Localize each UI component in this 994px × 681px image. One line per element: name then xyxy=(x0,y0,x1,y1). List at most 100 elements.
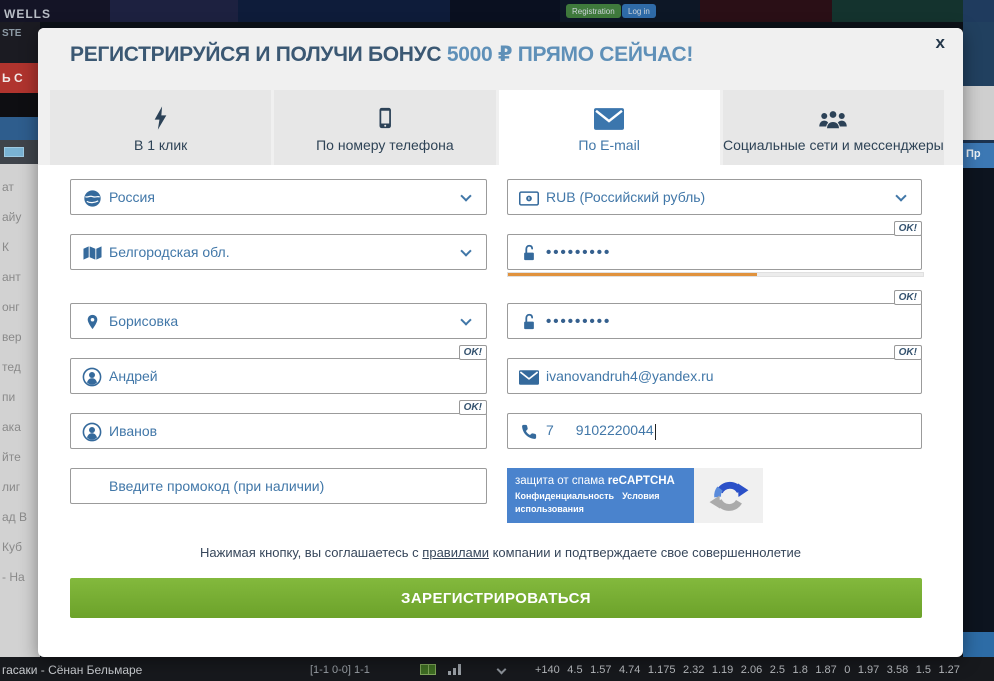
tab-email[interactable]: По E-mail xyxy=(499,90,720,165)
open-lock-icon xyxy=(519,243,539,263)
city-select[interactable]: Борисовка xyxy=(70,303,487,339)
sidebar-fragment-icon-row xyxy=(0,140,40,164)
background-top-banner: WELLS Registration Log in xyxy=(0,0,994,22)
recaptcha-title-text: защита от спама xyxy=(515,475,608,487)
location-pin-icon xyxy=(82,312,102,332)
match-score: [1-1 0-0] 1-1 xyxy=(310,664,370,676)
banknote-icon xyxy=(519,188,539,208)
sidebar-league-item: онг xyxy=(0,292,40,322)
odd-value: 1.57 xyxy=(590,664,611,676)
sidebar-league-list: атайуКантонгвертедпиакайтелигад ВКуб- На xyxy=(0,172,40,592)
odd-value: 4.74 xyxy=(619,664,640,676)
odd-value: 1.97 xyxy=(858,664,879,676)
registration-modal: РЕГИСТРИРУЙСЯ И ПОЛУЧИ БОНУС 5000 ₽ ПРЯМ… xyxy=(38,28,963,657)
phone-value: 79102220044 xyxy=(546,422,656,439)
modal-title: РЕГИСТРИРУЙСЯ И ПОЛУЧИ БОНУС 5000 ₽ ПРЯМ… xyxy=(70,42,693,67)
ok-badge: OK! xyxy=(894,221,922,236)
people-icon xyxy=(818,97,848,131)
region-select[interactable]: Белгородская обл. xyxy=(70,234,487,270)
sidebar-league-item: лиг xyxy=(0,472,40,502)
sidebar-league-item: йте xyxy=(0,442,40,472)
phone-icon xyxy=(519,422,539,442)
password-strength-bar xyxy=(507,272,924,277)
smartphone-icon xyxy=(374,97,396,131)
match-name: гасаки - Сёнан Бельмаре xyxy=(2,663,142,677)
last-name-field[interactable]: Иванов OK! xyxy=(70,413,487,449)
ok-badge: OK! xyxy=(459,400,487,415)
sidebar-fragment-blue xyxy=(0,117,40,140)
promo-code-field[interactable]: Введите промокод (при наличии) xyxy=(70,468,487,504)
background-login-button: Log in xyxy=(622,4,656,18)
sidebar-league-item: айу xyxy=(0,202,40,232)
currency-value: RUB (Российский рубль) xyxy=(546,189,705,205)
password-strength-fill xyxy=(508,273,757,276)
statistics-icon xyxy=(448,664,462,675)
open-lock-icon xyxy=(519,312,539,332)
first-name-value: Андрей xyxy=(109,368,158,384)
banner-image-5 xyxy=(700,0,832,22)
phone-field[interactable]: 79102220044 xyxy=(507,413,922,449)
right-fragment-bottom-blue xyxy=(963,632,994,657)
email-value: ivanovandruh4@yandex.ru xyxy=(546,368,714,384)
rules-link[interactable]: правилами xyxy=(422,545,489,560)
recaptcha-text-panel: защита от спама reCAPTCHA Конфиденциальн… xyxy=(507,468,694,523)
sidebar-league-item: ака xyxy=(0,412,40,442)
tab-label: По номеру телефона xyxy=(316,137,454,153)
background-registration-button: Registration xyxy=(566,4,621,18)
background-right-button: Пр xyxy=(963,143,994,168)
background-odds-row: гасаки - Сёнан Бельмаре [1-1 0-0] 1-1 +1… xyxy=(0,657,994,681)
sidebar-league-item: пи xyxy=(0,382,40,412)
pitch-icon xyxy=(420,664,436,675)
city-value: Борисовка xyxy=(109,313,178,329)
odd-value: 2.06 xyxy=(741,664,762,676)
odd-value: 1.8 xyxy=(793,664,808,676)
currency-select[interactable]: RUB (Российский рубль) xyxy=(507,179,922,215)
odd-value: 0 xyxy=(844,664,850,676)
recaptcha-links: КонфиденциальностьУсловия использования xyxy=(515,490,635,515)
close-icon[interactable]: x xyxy=(930,31,951,55)
email-field[interactable]: ivanovandruh4@yandex.ru OK! xyxy=(507,358,922,394)
country-value: Россия xyxy=(109,189,155,205)
odd-value: 3.58 xyxy=(887,664,908,676)
password-masked-value: ••••••••• xyxy=(546,244,611,261)
right-fragment-navy xyxy=(963,22,994,86)
person-icon xyxy=(82,422,102,442)
ok-badge: OK! xyxy=(894,345,922,360)
sidebar-league-item: ат xyxy=(0,172,40,202)
sidebar-league-item: ад В xyxy=(0,502,40,532)
chevron-down-icon xyxy=(460,314,471,325)
country-select[interactable]: Россия xyxy=(70,179,487,215)
person-icon xyxy=(82,367,102,387)
recaptcha-privacy-link[interactable]: Конфиденциальность xyxy=(515,491,614,501)
sidebar-league-item: тед xyxy=(0,352,40,382)
first-name-field[interactable]: Андрей OK! xyxy=(70,358,487,394)
password-field[interactable]: ••••••••• OK! xyxy=(507,234,922,270)
odd-value: 1.5 xyxy=(916,664,931,676)
banner-image-2 xyxy=(110,0,238,22)
tab-social[interactable]: Социальные сети и мессенджеры xyxy=(723,90,944,165)
registration-method-tabs: В 1 клик По номеру телефона По E-mail xyxy=(50,90,944,165)
odd-value: +140 xyxy=(535,664,560,676)
banner-image-7 xyxy=(963,0,994,22)
tab-one-click[interactable]: В 1 клик xyxy=(50,90,271,165)
consent-after: компании и подтверждаете свое совершенно… xyxy=(489,545,801,560)
banner-image-1: WELLS xyxy=(0,0,110,22)
odd-value: 1.27 xyxy=(939,664,960,676)
password-repeat-field[interactable]: ••••••••• OK! xyxy=(507,303,922,339)
text-cursor xyxy=(655,424,656,440)
recaptcha-widget: защита от спама reCAPTCHA Конфиденциальн… xyxy=(507,468,763,523)
odd-value: 1.175 xyxy=(648,664,676,676)
banner-text: WELLS xyxy=(4,7,51,21)
banner-image-4 xyxy=(450,0,560,22)
sidebar-fragment-dark xyxy=(0,93,40,117)
ok-badge: OK! xyxy=(459,345,487,360)
sidebar-fragment-red: Ь С xyxy=(0,63,40,93)
banner-image-3 xyxy=(238,0,450,22)
tab-phone[interactable]: По номеру телефона xyxy=(274,90,495,165)
tab-label: По E-mail xyxy=(578,137,639,153)
submit-button[interactable]: ЗАРЕГИСТРИРОВАТЬСЯ xyxy=(70,578,922,618)
envelope-icon xyxy=(594,97,624,131)
consent-before: Нажимая кнопку, вы соглашаетесь с xyxy=(200,545,422,560)
promo-code-placeholder: Введите промокод (при наличии) xyxy=(109,478,324,494)
odd-value: 2.5 xyxy=(770,664,785,676)
